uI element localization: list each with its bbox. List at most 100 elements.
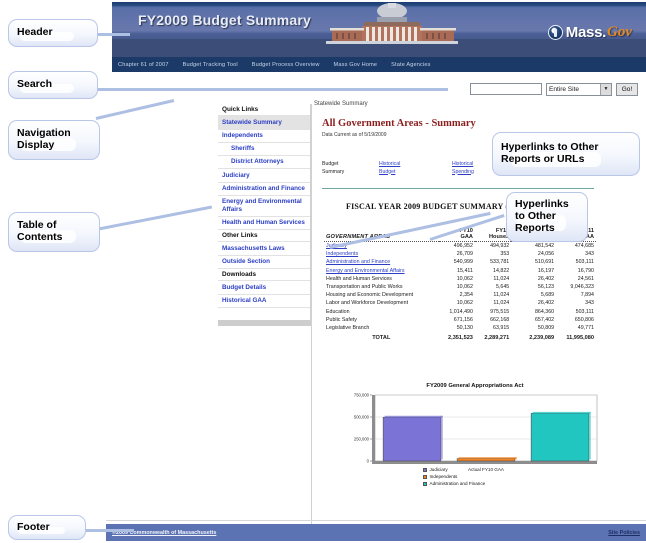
callout-search: Search	[8, 71, 98, 99]
callout-navigation-display: Navigation Display	[8, 120, 100, 160]
topnav-item-chapter61[interactable]: Chapter 61 of 2007	[118, 62, 169, 68]
cell-fy11-gaa: 343	[585, 251, 594, 258]
table-row: Transportation and Public Works 10,062 5,6…	[324, 283, 596, 291]
svg-text:250,000: 250,000	[354, 437, 370, 442]
cell-fy11-house-final: 16,197	[537, 267, 555, 274]
table-row: Housing and Economic Development 2,354 11,…	[324, 291, 596, 299]
sidebar-item-sheriffs[interactable]: Sheriffs	[218, 143, 310, 157]
cell-fy11-house-final: 5,689	[540, 292, 555, 299]
sidebar-item-health-and-human-services[interactable]: Health and Human Services	[218, 217, 310, 231]
cell-fy11-house-final: 657,402	[534, 316, 555, 323]
row-government-area: Labor and Workforce Development	[326, 300, 409, 307]
table-row: Judiciary496,952494,932481,542474,685	[324, 242, 596, 251]
cell-fy10-gaa: 540,999	[453, 259, 473, 266]
callout-table-of-contents: Table of Contents	[8, 212, 100, 252]
callout-search-label: Search	[17, 78, 53, 91]
cell-fy11-house-final: 510,691	[534, 259, 555, 266]
callout-navigation-display-label: Navigation Display	[17, 127, 71, 151]
cell-fy10-house2: 662,168	[490, 316, 510, 323]
sidebar-item-budget-details[interactable]: Budget Details	[218, 281, 310, 295]
cell-fy11-gaa: 24,561	[577, 275, 594, 282]
search-input[interactable]	[470, 83, 542, 95]
government-area-link[interactable]: Independents	[326, 251, 358, 257]
callout-hyperlinks-other-reports-label: Hyperlinks to Other Reports	[515, 198, 569, 234]
sidebar-item-judiciary[interactable]: Judiciary	[218, 169, 310, 183]
topnav-item-budget-tracking-tool[interactable]: Budget Tracking Tool	[183, 62, 238, 68]
sidebar-item-massachusetts-laws[interactable]: Massachusetts Laws	[218, 242, 310, 256]
cell-fy10-gaa: 50,130	[456, 324, 473, 331]
row-government-area[interactable]: Administration and Finance	[324, 258, 439, 266]
cell-fy10-house2: 353	[500, 251, 510, 258]
footer-top-rule	[106, 520, 646, 521]
cell-fy10-gaa: 15,411	[457, 267, 473, 274]
cell-fy11-house-final: 864,360	[534, 308, 555, 315]
topnav-item-mass-gov-home[interactable]: Mass Gov Home	[334, 62, 378, 68]
sidebar-item-independents[interactable]: Independents	[218, 130, 310, 143]
cell-fy11-gaa: 343	[585, 300, 594, 307]
cell-fy10-house2: 11,024	[493, 292, 510, 299]
legend-swatch-judiciary	[423, 467, 427, 472]
government-area-link[interactable]: Administration and Finance	[326, 259, 390, 265]
sidebar-navigation: Quick Links Statewide Summary Independen…	[218, 104, 311, 320]
leader-header	[96, 33, 130, 36]
chart-title: FY2009 General Appropriations Act	[426, 383, 524, 389]
callout-footer: Footer	[8, 515, 86, 540]
chevron-down-icon: ▼	[600, 83, 611, 95]
cell-fy11-house-final: 481,542	[534, 243, 555, 250]
legend-swatch-independents	[423, 474, 427, 479]
cell-fy11-gaa: 49,771	[577, 324, 594, 331]
footer-site-policies[interactable]: Site Policies	[608, 530, 640, 536]
legend-item-administration-and-finance: Administration and Finance	[423, 480, 485, 487]
site-header-banner: FY2009 Budget Summary Mass. Gov	[112, 2, 646, 57]
table-row: Legislative Branch 50,130 63,915 50,809 49,7…	[324, 324, 596, 332]
callout-hyperlinks-other-reports-urls: Hyperlinks to Other Reports or URLs	[492, 132, 640, 176]
sidebar-item-district-attorneys[interactable]: District Attorneys	[218, 156, 310, 170]
cell-fy10-house2: 11,024	[493, 275, 510, 282]
table-row: Health and Human Services 10,062 11,024 26,…	[324, 275, 596, 283]
row-government-area[interactable]: Energy and Environmental Affairs	[324, 267, 439, 275]
sidebar-group-other-links: Other Links	[218, 230, 310, 243]
leader-search	[96, 88, 448, 91]
row-government-area[interactable]: Independents	[324, 250, 439, 258]
logo-gov-text: Gov	[607, 24, 632, 40]
page-title: FY2009 Budget Summary	[138, 12, 312, 28]
top-navigation-bar: Chapter 61 of 2007 Budget Tracking Tool …	[112, 57, 646, 72]
row-government-area: Transportation and Public Works	[326, 284, 403, 291]
table-body: Judiciary496,952494,932481,542474,685Ind…	[324, 242, 596, 333]
row-government-area: Public Safety	[326, 316, 357, 323]
callout-hyperlinks-other-reports-urls-label: Hyperlinks to Other Reports or URLs	[501, 141, 599, 165]
search-go-button[interactable]: Go!	[616, 82, 638, 96]
cell-fy11-house-final: 24,056	[537, 251, 555, 258]
callout-header-label: Header	[17, 26, 53, 39]
topnav-item-budget-process-overview[interactable]: Budget Process Overview	[252, 62, 320, 68]
state-seal-icon	[547, 25, 563, 40]
legend-item-independents: Independents	[423, 473, 485, 480]
content-vertical-divider	[311, 104, 312, 524]
cell-fy11-gaa: 16,790	[577, 267, 594, 274]
total-fy11-gaa: 11,995,080	[566, 335, 594, 342]
cell-fy10-house2: 11,024	[493, 300, 510, 307]
chart-plot-area: 750,000500,000250,0000Actual FY10 GAA	[354, 393, 598, 472]
state-house-building-icon	[326, 3, 458, 44]
topnav-item-state-agencies[interactable]: State Agencies	[391, 62, 430, 68]
sidebar-item-energy-and-environmental-affairs[interactable]: Energy and Environmental Affairs	[218, 196, 310, 217]
callout-hyperlinks-other-reports: Hyperlinks to Other Reports	[506, 192, 588, 242]
table-row: Administration and Finance 540,999 533,781…	[324, 258, 596, 266]
sidebar-item-statewide-summary[interactable]: Statewide Summary	[218, 116, 310, 130]
sidebar-item-outside-section[interactable]: Outside Section	[218, 256, 310, 269]
cell-fy10-house2: 63,915	[493, 324, 510, 331]
cell-fy10-house2: 494,932	[490, 243, 510, 250]
sidebar-item-administration-and-finance[interactable]: Administration and Finance	[218, 183, 310, 196]
legend-swatch-administration-and-finance	[423, 481, 427, 486]
row-government-area: Legislative Branch	[326, 324, 370, 331]
search-scope-select[interactable]: Entire Site ▼	[546, 82, 612, 96]
sidebar-group-downloads: Downloads	[218, 269, 310, 282]
report-link-budget-summary: Budget Summary	[322, 161, 345, 175]
report-link-historical-budget[interactable]: Historical Budget	[379, 161, 452, 176]
mass-gov-logo[interactable]: Mass. Gov	[547, 24, 632, 41]
callout-header: Header	[8, 19, 98, 47]
total-fy10-house2: 2,289,271	[484, 335, 510, 342]
government-area-link[interactable]: Energy and Environmental Affairs	[326, 268, 405, 274]
sidebar-item-historical-gaa[interactable]: Historical GAA	[218, 295, 310, 308]
legend-item-judiciary: Judiciary	[423, 466, 485, 473]
